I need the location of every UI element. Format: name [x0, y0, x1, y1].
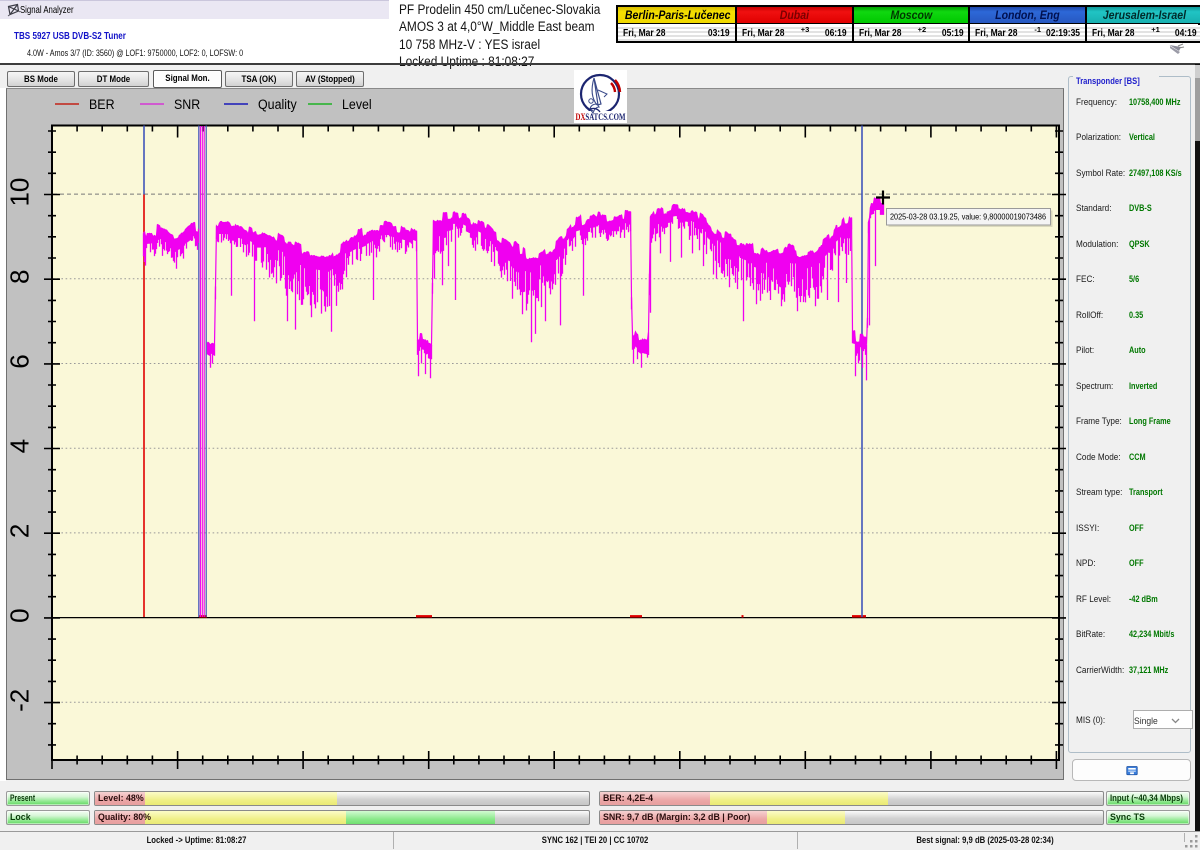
svg-text:0: 0: [5, 608, 35, 622]
svg-text:6: 6: [5, 354, 35, 368]
svg-text:DXSATCS.COM: DXSATCS.COM: [576, 113, 626, 123]
svg-text:2025-03-28 03.19.25, value: 9,: 2025-03-28 03.19.25, value: 9,8000001907…: [890, 212, 1046, 222]
svg-text:8: 8: [5, 270, 35, 284]
svg-text:10: 10: [5, 178, 35, 207]
svg-text:4: 4: [5, 439, 35, 453]
svg-text:-2: -2: [5, 689, 35, 712]
svg-text:2: 2: [5, 524, 35, 538]
